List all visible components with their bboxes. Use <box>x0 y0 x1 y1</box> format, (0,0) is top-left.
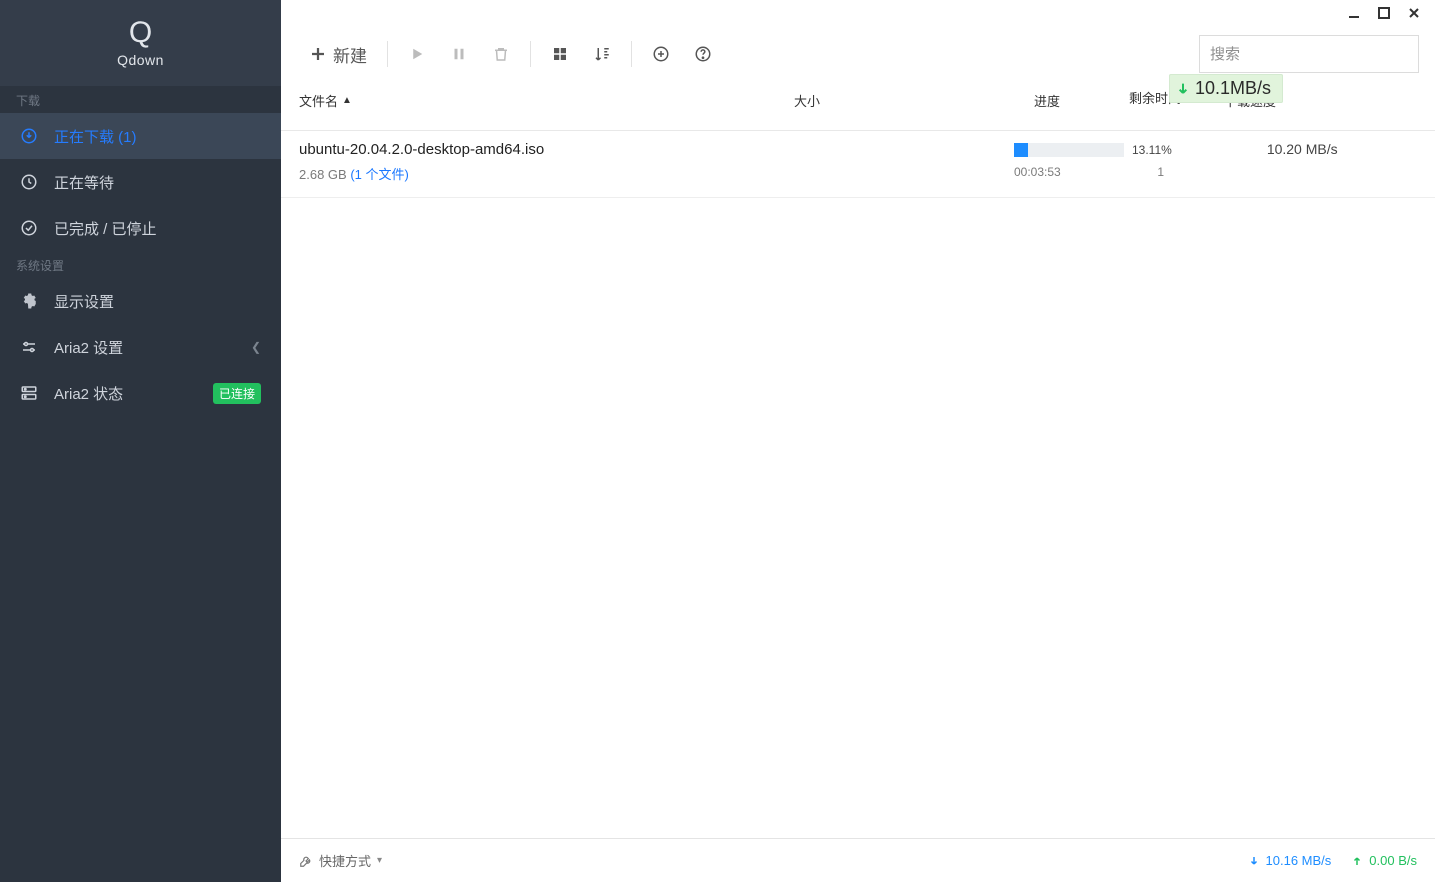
delete-button[interactable] <box>480 35 522 73</box>
sidebar-item-label: 正在等待 <box>54 172 261 193</box>
window-maximize-button[interactable] <box>1369 2 1399 24</box>
sidebar-item-downloading[interactable]: 正在下载 (1) <box>0 113 281 159</box>
server-icon <box>20 384 38 402</box>
sidebar-item-label: Aria2 状态 <box>54 383 213 404</box>
row-dlspeed: 10.20 MB/s <box>1267 141 1387 183</box>
progress-percent: 13.11% <box>1132 143 1172 157</box>
start-button[interactable] <box>396 35 438 73</box>
window-controls <box>1339 2 1429 24</box>
column-header-filename[interactable]: 文件名▲ <box>299 83 794 110</box>
sidebar-item-waiting[interactable]: 正在等待 <box>0 159 281 205</box>
download-arrow-icon <box>1175 81 1191 97</box>
sidebar-item-label: 已完成 / 已停止 <box>54 218 261 239</box>
toolbar-separator <box>631 41 632 67</box>
window-close-button[interactable] <box>1399 2 1429 24</box>
row-connections: 1 <box>1157 165 1164 179</box>
gear-icon <box>20 292 38 310</box>
wrench-icon <box>299 854 313 868</box>
download-arrow-icon <box>1248 855 1260 867</box>
sidebar-item-aria2-settings[interactable]: Aria2 设置 ❮ <box>0 324 281 370</box>
sidebar-item-display-settings[interactable]: 显示设置 <box>0 278 281 324</box>
clock-icon <box>20 173 38 191</box>
main-panel: 新建 <box>281 0 1435 882</box>
search-input[interactable] <box>1210 46 1409 63</box>
search-box[interactable] <box>1199 35 1419 73</box>
new-task-button[interactable]: 新建 <box>297 35 379 73</box>
sliders-icon <box>20 338 38 356</box>
status-badge-connected: 已连接 <box>213 383 261 404</box>
footer-upload-speed: 0.00 B/s <box>1351 853 1417 868</box>
download-icon <box>20 127 38 145</box>
shortcut-label: 快捷方式 <box>319 851 371 870</box>
brand-logo: Q <box>129 18 152 48</box>
caret-down-icon: ▾ <box>377 855 382 866</box>
row-filename: ubuntu-20.04.2.0-desktop-amd64.iso <box>299 141 794 158</box>
check-circle-icon <box>20 219 38 237</box>
help-button[interactable] <box>682 35 724 73</box>
overlay-speed-value: 10.1MB/s <box>1195 78 1271 99</box>
row-remaining: 00:03:53 <box>1014 165 1061 179</box>
sidebar-section-settings: 系统设置 <box>0 251 281 278</box>
column-header-progress[interactable]: 进度 <box>1034 83 1129 110</box>
sort-caret-icon: ▲ <box>342 95 352 106</box>
sidebar-item-label: Aria2 设置 <box>54 337 251 358</box>
window-minimize-button[interactable] <box>1339 2 1369 24</box>
chevron-left-icon: ❮ <box>251 340 261 354</box>
sidebar-item-label: 显示设置 <box>54 291 261 312</box>
sort-button[interactable] <box>581 35 623 73</box>
shortcut-menu[interactable]: 快捷方式 ▾ <box>299 851 382 870</box>
status-bar: 快捷方式 ▾ 10.16 MB/s 0.00 B/s <box>281 838 1435 882</box>
pause-button[interactable] <box>438 35 480 73</box>
footer-download-speed: 10.16 MB/s <box>1248 853 1332 868</box>
brand-name: Qdown <box>117 52 164 68</box>
upload-arrow-icon <box>1351 855 1363 867</box>
table-body: ubuntu-20.04.2.0-desktop-amd64.iso 2.68 … <box>281 131 1435 838</box>
sidebar-item-label: 正在下载 (1) <box>54 126 261 147</box>
app-brand: Q Qdown <box>0 0 281 86</box>
progress-bar <box>1014 143 1124 157</box>
add-server-button[interactable] <box>640 35 682 73</box>
row-size: 2.68 GB <box>299 167 347 182</box>
grid-view-button[interactable] <box>539 35 581 73</box>
sidebar-section-downloads: 下载 <box>0 86 281 113</box>
download-row[interactable]: ubuntu-20.04.2.0-desktop-amd64.iso 2.68 … <box>281 131 1435 198</box>
sidebar-item-completed[interactable]: 已完成 / 已停止 <box>0 205 281 251</box>
new-task-label: 新建 <box>333 42 367 67</box>
toolbar-separator <box>530 41 531 67</box>
toolbar-separator <box>387 41 388 67</box>
speed-overlay: 10.1MB/s <box>1169 74 1283 103</box>
column-header-size[interactable]: 大小 <box>794 83 1034 110</box>
sidebar: Q Qdown 下载 正在下载 (1) 正在等待 已完成 / 已停止 系统设置 <box>0 0 281 882</box>
sidebar-item-aria2-status[interactable]: Aria2 状态 已连接 <box>0 370 281 416</box>
row-files-link[interactable]: (1 个文件) <box>350 167 409 182</box>
